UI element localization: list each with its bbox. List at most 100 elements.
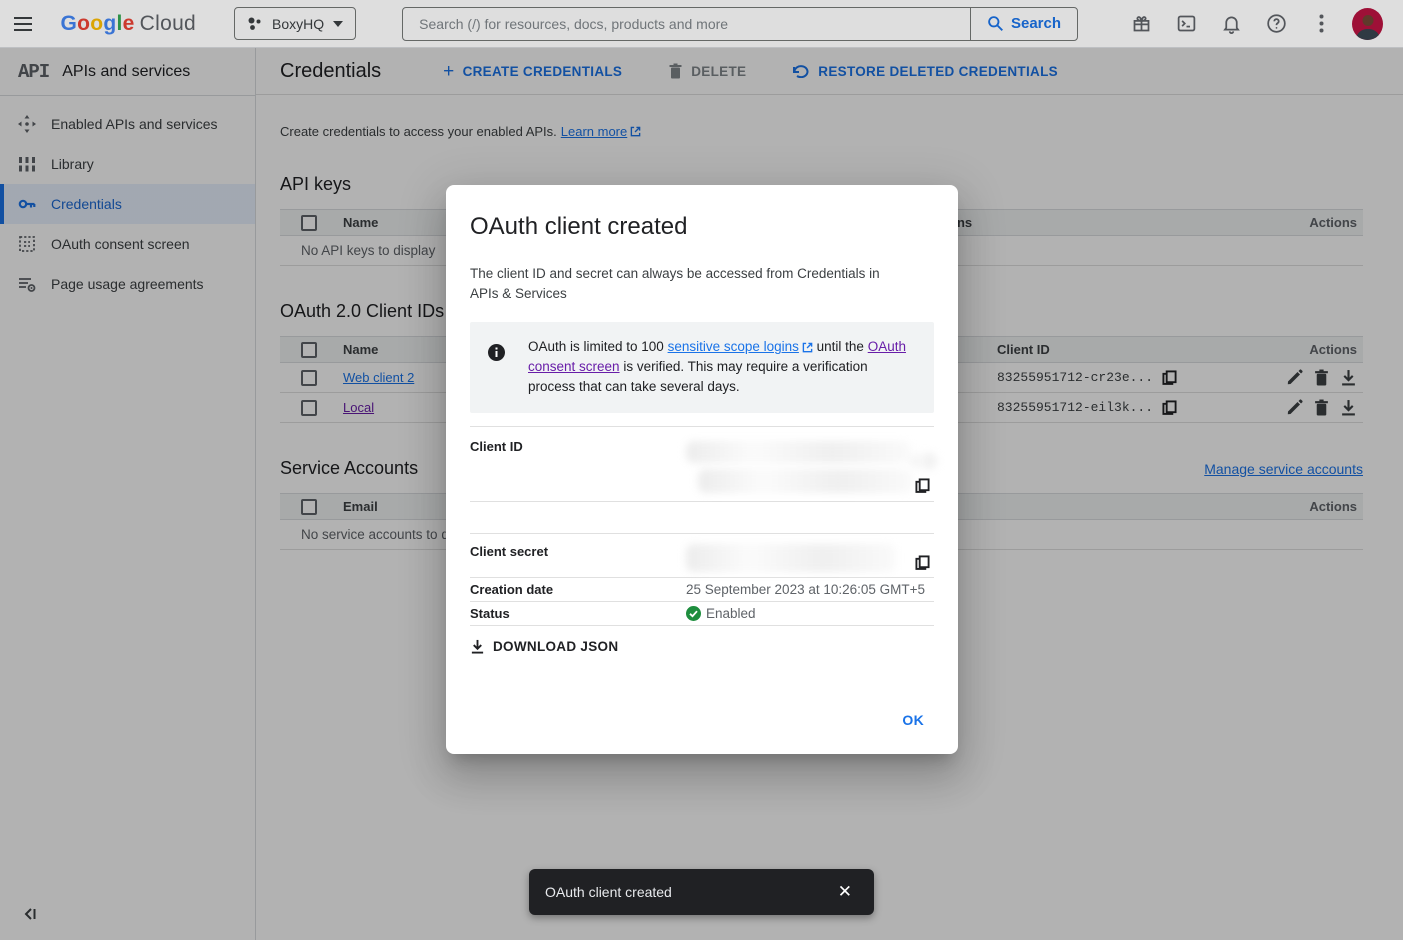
search-button-label: Search <box>1011 15 1061 32</box>
creation-date-label: Creation date <box>470 582 686 597</box>
search-button[interactable]: Search <box>970 8 1077 40</box>
restore-deleted-credentials-button[interactable]: RESTORE DELETED CREDENTIALS <box>792 64 1058 79</box>
gift-icon <box>1131 13 1152 34</box>
status-row: Status Enabled <box>470 602 934 626</box>
dialog-subtitle: The client ID and secret can always be a… <box>470 264 908 304</box>
row-actions <box>1286 399 1363 416</box>
page-header: Credentials + CREATE CREDENTIALS DELETE … <box>256 48 1403 95</box>
delete-icon[interactable] <box>1313 369 1330 386</box>
oauth-limit-notice: OAuth is limited to 100 sensitive scope … <box>470 322 934 413</box>
download-json-button[interactable]: DOWNLOAD JSON <box>470 639 618 654</box>
service-accounts-heading: Service Accounts <box>280 458 418 479</box>
edit-icon[interactable] <box>1286 369 1303 386</box>
more-options-button[interactable] <box>1310 13 1332 35</box>
actions-column-header: Actions <box>1309 342 1363 357</box>
topbar: Google Cloud BoxyHQ Search <box>0 0 1403 48</box>
select-all-checkbox[interactable] <box>301 342 317 358</box>
sidebar-item-library[interactable]: Library <box>0 144 255 184</box>
row-checkbox-cell <box>280 400 343 416</box>
client-id-cell: 83255951712-cr23e... <box>997 370 1177 385</box>
status-text: Enabled <box>706 606 756 621</box>
library-icon <box>18 155 36 173</box>
sidebar-item-label: Enabled APIs and services <box>51 116 218 132</box>
select-all-checkbox[interactable] <box>301 215 317 231</box>
external-link-icon <box>802 342 813 353</box>
sidebar-item-credentials[interactable]: Credentials <box>0 184 255 224</box>
copy-icon[interactable] <box>1162 370 1177 385</box>
sidebar-item-oauth-consent[interactable]: OAuth consent screen <box>0 224 255 264</box>
agreements-icon <box>18 275 36 293</box>
sidebar-item-enabled-apis[interactable]: Enabled APIs and services <box>0 104 255 144</box>
copy-icon[interactable] <box>1162 400 1177 415</box>
sidebar-header: API APIs and services <box>0 48 255 96</box>
creation-date-row: Creation date 25 September 2023 at 10:26… <box>470 578 934 602</box>
bell-icon <box>1221 13 1242 34</box>
delete-label: DELETE <box>691 64 746 79</box>
client-name-link[interactable]: Local <box>343 400 374 415</box>
client-id-value-redacted <box>686 439 934 501</box>
collapse-nav-icon <box>22 906 38 922</box>
download-json-label: DOWNLOAD JSON <box>493 639 618 654</box>
details-spacer <box>470 502 934 533</box>
download-icon <box>470 639 485 654</box>
undo-icon <box>792 64 810 78</box>
header-checkbox-cell <box>280 499 343 515</box>
client-name-link[interactable]: Web client 2 <box>343 370 414 385</box>
sidebar-item-label: Credentials <box>51 196 122 212</box>
project-icon <box>247 16 263 32</box>
download-icon[interactable] <box>1340 369 1357 386</box>
notifications-button[interactable] <box>1220 13 1242 35</box>
topbar-icons <box>1130 13 1332 35</box>
snackbar: OAuth client created ✕ <box>529 869 874 915</box>
client-secret-value-redacted <box>686 544 934 577</box>
oauth-client-created-dialog: OAuth client created The client ID and s… <box>446 185 958 754</box>
select-all-checkbox[interactable] <box>301 499 317 515</box>
sidebar-item-page-usage[interactable]: Page usage agreements <box>0 264 255 304</box>
client-id-row: Client ID <box>470 427 934 502</box>
ok-button[interactable]: OK <box>894 706 932 734</box>
row-checkbox[interactable] <box>301 400 317 416</box>
client-id-column-header: Client ID <box>997 342 1050 357</box>
restore-label: RESTORE DELETED CREDENTIALS <box>818 64 1058 79</box>
enabled-apis-icon <box>18 115 36 133</box>
gift-button[interactable] <box>1130 13 1152 35</box>
delete-icon[interactable] <box>1313 399 1330 416</box>
sensitive-scope-logins-link[interactable]: sensitive scope logins <box>668 337 813 357</box>
create-credentials-label: CREATE CREDENTIALS <box>463 64 623 79</box>
dialog-title: OAuth client created <box>470 213 934 241</box>
status-value: Enabled <box>686 606 756 621</box>
client-id-value: 83255951712-eil3k... <box>997 400 1153 415</box>
snackbar-close-icon[interactable]: ✕ <box>832 878 858 906</box>
row-actions <box>1286 369 1363 386</box>
status-label: Status <box>470 606 686 621</box>
manage-service-accounts-link[interactable]: Manage service accounts <box>1204 461 1363 477</box>
snackbar-text: OAuth client created <box>545 884 672 900</box>
header-checkbox-cell <box>280 215 343 231</box>
learn-more-link[interactable]: Learn more <box>561 124 641 139</box>
delete-button[interactable]: DELETE <box>668 63 746 79</box>
cloud-shell-button[interactable] <box>1175 13 1197 35</box>
intro-text: Create credentials to access your enable… <box>280 124 1363 139</box>
google-cloud-logo[interactable]: Google Cloud <box>60 12 196 36</box>
key-icon <box>18 195 36 213</box>
sidebar-item-label: OAuth consent screen <box>51 236 190 252</box>
cloud-shell-icon <box>1176 13 1197 34</box>
menu-button[interactable] <box>0 0 46 48</box>
api-keys-empty-text: No API keys to display <box>280 243 435 258</box>
sidebar-item-label: Page usage agreements <box>51 276 204 292</box>
edit-icon[interactable] <box>1286 399 1303 416</box>
collapse-sidebar-button[interactable] <box>22 906 42 926</box>
search-icon <box>987 15 1004 32</box>
download-icon[interactable] <box>1340 399 1357 416</box>
help-button[interactable] <box>1265 13 1287 35</box>
avatar[interactable] <box>1352 8 1383 40</box>
copy-client-id-icon[interactable] <box>915 478 930 493</box>
copy-client-secret-icon[interactable] <box>915 555 930 570</box>
project-selector[interactable]: BoxyHQ <box>234 7 356 40</box>
row-checkbox-cell <box>280 370 343 386</box>
search-input[interactable] <box>403 8 970 40</box>
actions-column-header: Actions <box>1309 499 1363 514</box>
create-credentials-button[interactable]: + CREATE CREDENTIALS <box>443 62 622 81</box>
project-name: BoxyHQ <box>272 16 324 32</box>
row-checkbox[interactable] <box>301 370 317 386</box>
